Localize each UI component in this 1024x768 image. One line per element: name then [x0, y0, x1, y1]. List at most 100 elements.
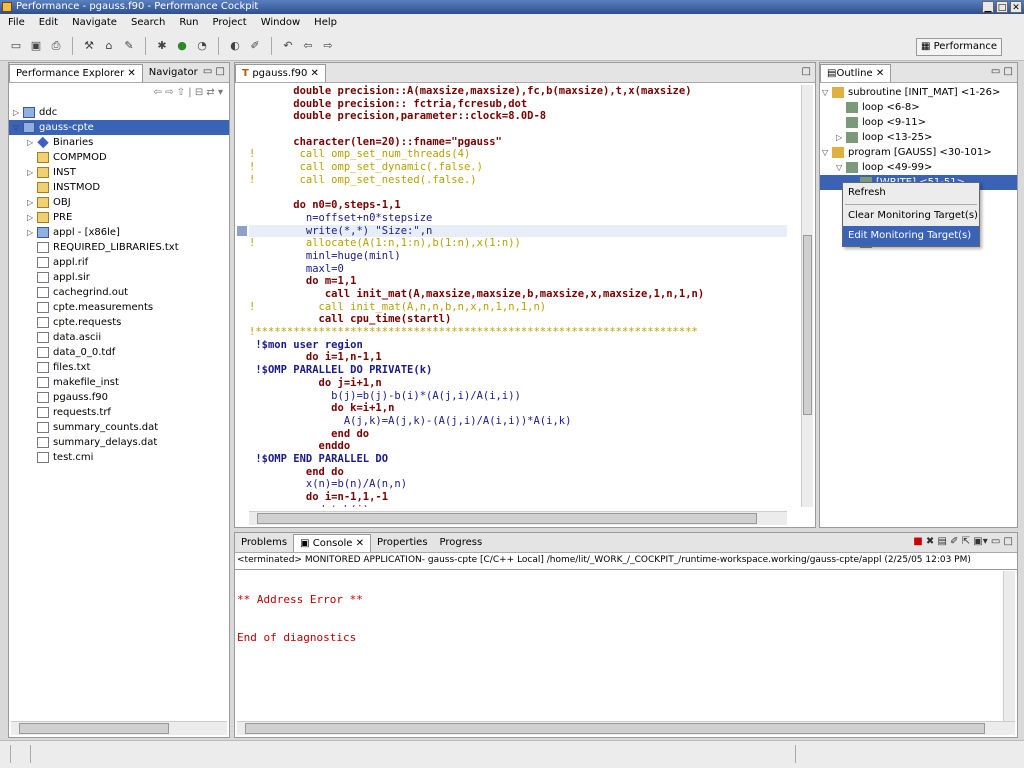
build-icon[interactable]: ⚒ — [81, 38, 97, 54]
close-button[interactable]: ✕ — [1010, 1, 1022, 13]
editor-vscrollbar[interactable] — [801, 85, 813, 507]
menu-edit[interactable]: Edit — [39, 17, 58, 28]
expand-toggle-icon[interactable]: ▷ — [13, 105, 23, 120]
scroll-thumb[interactable] — [803, 235, 812, 415]
clean-icon[interactable]: ✎ — [121, 38, 137, 54]
editor-hscrollbar[interactable] — [249, 511, 787, 525]
outline-item[interactable]: loop <6-8> — [820, 100, 1017, 115]
expand-toggle-icon[interactable]: ▷ — [27, 225, 37, 240]
maximize-button[interactable]: □ — [996, 1, 1008, 13]
tab-console[interactable]: ▣ Console ✕ — [293, 534, 371, 552]
expand-toggle-icon[interactable]: ▽ — [822, 145, 832, 160]
open-type-icon[interactable]: ◐ — [227, 38, 243, 54]
forward-icon[interactable]: ⇨ — [320, 38, 336, 54]
tree-item[interactable]: files.txt — [9, 360, 229, 375]
save-icon[interactable]: ▣ — [28, 38, 44, 54]
maximize-icon[interactable]: □ — [802, 66, 811, 77]
outline-item[interactable]: ▽ loop <49-99> — [820, 160, 1017, 175]
expand-toggle-icon[interactable]: ▷ — [27, 195, 37, 210]
outline-item[interactable]: ▽ subroutine [INIT_MAT] <1-26> — [820, 85, 1017, 100]
tree-item[interactable]: cpte.measurements — [9, 300, 229, 315]
tab-problems[interactable]: Problems — [235, 534, 293, 552]
external-tools-icon[interactable]: ◔ — [194, 38, 210, 54]
tree-item[interactable]: INSTMOD — [9, 180, 229, 195]
menu-run[interactable]: Run — [179, 17, 198, 28]
menu-help[interactable]: Help — [314, 17, 337, 28]
terminate-icon[interactable]: ■ — [913, 536, 922, 547]
expand-toggle-icon[interactable]: ▽ — [836, 160, 846, 175]
up-icon[interactable]: ⇧ — [177, 87, 185, 98]
tab-performance-explorer[interactable]: Performance Explorer ✕ — [9, 64, 143, 82]
debug-icon[interactable]: ✱ — [154, 38, 170, 54]
tree-item[interactable]: data_0_0.tdf — [9, 345, 229, 360]
scroll-thumb[interactable] — [19, 723, 169, 734]
tree-item[interactable]: cpte.requests — [9, 315, 229, 330]
tree-item[interactable]: ▷ OBJ — [9, 195, 229, 210]
menu-item-edit-monitoring-targets[interactable]: Edit Monitoring Target(s) — [843, 226, 979, 246]
expand-toggle-icon[interactable]: ▷ — [27, 165, 37, 180]
display-console-icon[interactable]: ▣▾ — [973, 536, 987, 547]
scroll-thumb[interactable] — [245, 723, 985, 734]
perspective-switcher[interactable]: ▦ Performance — [915, 38, 1002, 56]
last-edit-icon[interactable]: ↶ — [280, 38, 296, 54]
tree-item[interactable]: pgauss.f90 — [9, 390, 229, 405]
tree-item[interactable]: ▷ ddc — [9, 105, 229, 120]
tree-item[interactable]: ▷ appl - [x86le] — [9, 225, 229, 240]
build-all-icon[interactable]: ⌂ — [101, 38, 117, 54]
tree-item[interactable]: ▷ Binaries — [9, 135, 229, 150]
back-icon[interactable]: ⇦ — [154, 87, 162, 98]
minimize-button[interactable]: ▁ — [982, 1, 994, 13]
tree-item[interactable]: appl.sir — [9, 270, 229, 285]
clear-console-icon[interactable]: ✐ — [950, 536, 958, 547]
tree-item[interactable]: summary_counts.dat — [9, 420, 229, 435]
tab-progress[interactable]: Progress — [434, 534, 489, 552]
menu-item-clear-monitoring-targets[interactable]: Clear Monitoring Target(s) — [843, 206, 979, 226]
outline-item[interactable]: ▷ loop <13-25> — [820, 130, 1017, 145]
menu-search[interactable]: Search — [131, 17, 165, 28]
tree-item[interactable]: COMPMOD — [9, 150, 229, 165]
menu-navigate[interactable]: Navigate — [72, 17, 117, 28]
remove-launch-icon[interactable]: ✖ — [926, 536, 934, 547]
expand-toggle-icon[interactable]: ▽ — [822, 85, 832, 100]
expand-toggle-icon[interactable]: ▷ — [27, 135, 37, 150]
menu-item-refresh[interactable]: Refresh — [843, 183, 979, 203]
tab-pgauss-f90[interactable]: T pgauss.f90 ✕ — [235, 64, 326, 82]
view-minmax-icon[interactable]: ▭ □ — [203, 66, 225, 77]
console-vscrollbar[interactable] — [1003, 571, 1015, 721]
link-editor-icon[interactable]: ⇄ — [206, 87, 214, 98]
tab-properties[interactable]: Properties — [371, 534, 434, 552]
pin-console-icon[interactable]: ⇱ — [962, 536, 970, 547]
tree-item[interactable]: cachegrind.out — [9, 285, 229, 300]
menu-file[interactable]: File — [8, 17, 25, 28]
tab-navigator[interactable]: Navigator — [143, 64, 204, 82]
tree-item[interactable]: makefile_inst — [9, 375, 229, 390]
explorer-hscrollbar[interactable] — [11, 721, 227, 735]
tree-item[interactable]: REQUIRED_LIBRARIES.txt — [9, 240, 229, 255]
print-icon[interactable]: ⎙ — [48, 38, 64, 54]
tab-outline[interactable]: ▤Outline ✕ — [820, 64, 892, 82]
console-output[interactable]: ** Address Error ** End of diagnostics — [235, 569, 1017, 721]
tree-item[interactable]: data.ascii — [9, 330, 229, 345]
menu-window[interactable]: Window — [261, 17, 300, 28]
tree-item[interactable]: summary_delays.dat — [9, 435, 229, 450]
outline-item[interactable]: ▽ program [GAUSS] <30-101> — [820, 145, 1017, 160]
tree-item[interactable]: ▷ PRE — [9, 210, 229, 225]
collapse-all-icon[interactable]: ⊟ — [195, 87, 203, 98]
pen-icon[interactable]: ✐ — [247, 38, 263, 54]
scroll-lock-icon[interactable]: ▤ — [937, 536, 946, 547]
code-area[interactable]: double precision::A(maxsize,maxsize),fc,… — [249, 85, 787, 507]
back-icon[interactable]: ⇦ — [300, 38, 316, 54]
tree-item[interactable]: appl.rif — [9, 255, 229, 270]
menu-project[interactable]: Project — [213, 17, 247, 28]
tree-item[interactable]: ▽ gauss-cpte — [9, 120, 229, 135]
expand-toggle-icon[interactable]: ▷ — [836, 130, 846, 145]
outline-item[interactable]: loop <9-11> — [820, 115, 1017, 130]
run-icon[interactable]: ● — [174, 38, 190, 54]
console-hscrollbar[interactable] — [237, 721, 1015, 735]
view-minmax-icon[interactable]: ▭ □ — [991, 66, 1013, 77]
scroll-thumb[interactable] — [257, 513, 757, 524]
forward-icon[interactable]: ⇨ — [165, 87, 173, 98]
new-icon[interactable]: ▭ — [8, 38, 24, 54]
expand-toggle-icon[interactable]: ▷ — [27, 210, 37, 225]
tree-item[interactable]: test.cmi — [9, 450, 229, 465]
